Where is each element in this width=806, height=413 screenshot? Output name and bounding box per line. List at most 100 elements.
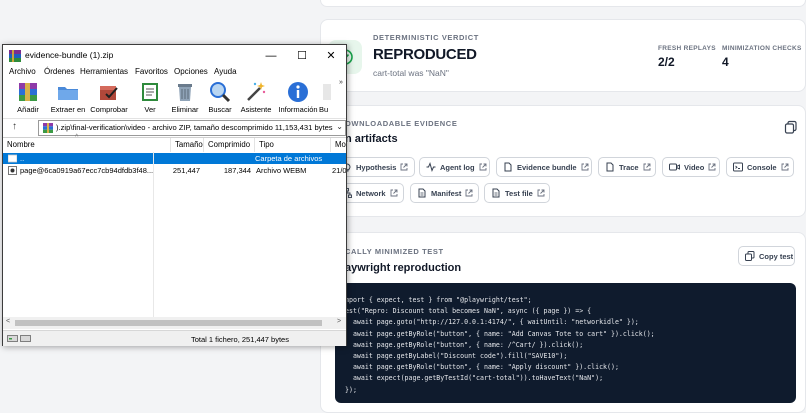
chip-evidence-bundle[interactable]: Evidence bundle bbox=[496, 157, 592, 177]
up-arrow-icon[interactable]: ↑ bbox=[12, 121, 17, 132]
chevron-down-icon[interactable]: ⌄ bbox=[336, 122, 343, 131]
verdict-eyebrow: DETERMINISTIC VERDICT bbox=[373, 33, 479, 42]
external-link-icon bbox=[479, 163, 487, 171]
toolbar-info-button[interactable]: Información bbox=[278, 80, 318, 118]
search-icon bbox=[210, 82, 231, 103]
code-line: }); bbox=[345, 385, 357, 394]
scroll-left-icon[interactable]: < bbox=[6, 318, 10, 325]
toolbar-wizard-button[interactable]: Asistente bbox=[236, 80, 276, 118]
verdict-subtitle: cart-total was "NaN" bbox=[373, 68, 449, 78]
chip-hypothesis[interactable]: Hypothesis bbox=[335, 157, 415, 177]
close-button[interactable]: ✕ bbox=[316, 48, 346, 64]
window-title: evidence-bundle (1).zip bbox=[25, 50, 114, 60]
folder-extract-icon bbox=[58, 87, 78, 100]
reproduction-card: CALLY MINIMIZED TEST aywright reproducti… bbox=[320, 232, 806, 413]
chip-agent-log[interactable]: Agent log bbox=[419, 157, 490, 177]
chip-label: Video bbox=[684, 162, 705, 172]
activity-icon bbox=[426, 162, 436, 172]
minimize-button[interactable]: — bbox=[256, 48, 286, 64]
path-field[interactable]: ).zip\final-verification\video - archivo… bbox=[38, 120, 346, 136]
code-line: await page.getByLabel("Discount code").f… bbox=[345, 352, 568, 361]
table-row[interactable]: .. Carpeta de archivos bbox=[3, 153, 346, 164]
menu-herramientas[interactable]: Herramientas bbox=[80, 67, 128, 76]
external-link-icon bbox=[390, 189, 398, 197]
toolbar-test-button[interactable]: Comprobar bbox=[89, 80, 129, 118]
column-tipo[interactable]: Tipo bbox=[255, 138, 331, 152]
chip-test-file[interactable]: Test file bbox=[484, 183, 550, 203]
zip-archive-icon bbox=[43, 123, 53, 133]
table-row[interactable]: page@6ca0919a67ecc7cb94dfdb3f48... 251,4… bbox=[3, 165, 346, 176]
chip-console[interactable]: Console bbox=[726, 157, 794, 177]
row-name: page@6ca0919a67ecc7cb94dfdb3f48... bbox=[20, 166, 154, 175]
code-line: est("Repro: Discount total becomes NaN",… bbox=[345, 307, 592, 316]
scroll-thumb[interactable] bbox=[15, 320, 322, 326]
verdict-card: DETERMINISTIC VERDICT REPRODUCED cart-to… bbox=[320, 19, 806, 92]
window-titlebar[interactable]: evidence-bundle (1).zip — ☐ ✕ bbox=[3, 45, 346, 67]
document-icon bbox=[418, 188, 426, 198]
chip-manifest[interactable]: Manifest bbox=[410, 183, 479, 203]
external-link-icon bbox=[581, 163, 589, 171]
minimization-label: MINIMIZATION CHECKS bbox=[722, 45, 802, 52]
maximize-button[interactable]: ☐ bbox=[287, 48, 317, 64]
folder-up-icon bbox=[8, 154, 17, 163]
toolbar-delete-button[interactable]: Eliminar bbox=[165, 80, 205, 118]
copy-icon bbox=[745, 251, 755, 261]
code-line: await expect(page.getByTestId("cart-tota… bbox=[345, 374, 604, 383]
toolbar-add-button[interactable]: Añadir bbox=[8, 80, 48, 118]
column-comprimido[interactable]: Comprimido bbox=[204, 138, 255, 152]
external-link-icon bbox=[643, 163, 651, 171]
menu-favoritos[interactable]: Favoritos bbox=[135, 67, 168, 76]
file-list: ^ Nombre Tamaño Comprimido Tipo Mo .. Ca… bbox=[3, 134, 346, 318]
code-line: await page.goto("http://127.0.0.1:4174/"… bbox=[345, 318, 639, 327]
scroll-right-icon[interactable]: > bbox=[337, 318, 341, 325]
file-icon bbox=[606, 162, 614, 172]
menu-ayuda[interactable]: Ayuda bbox=[214, 67, 237, 76]
column-divider bbox=[153, 152, 154, 318]
external-link-icon bbox=[465, 189, 473, 197]
toolbar-extract-button[interactable]: Extraer en bbox=[48, 80, 88, 118]
terminal-icon bbox=[733, 162, 743, 172]
column-modificado[interactable]: Mo bbox=[331, 138, 346, 152]
horizontal-scrollbar[interactable]: < > bbox=[3, 317, 346, 329]
path-bar: ↑ ).zip\final-verification\video - archi… bbox=[3, 118, 346, 136]
code-line: mport { expect, test } from "@playwright… bbox=[345, 296, 532, 304]
menu-archivo[interactable]: Archivo bbox=[9, 67, 36, 76]
external-link-icon bbox=[400, 163, 408, 171]
drive-icon bbox=[7, 335, 31, 342]
toolbar: Añadir Extraer en Comprobar Ver Eliminar… bbox=[3, 80, 346, 118]
external-link-icon bbox=[781, 163, 789, 171]
fresh-replays-label: FRESH REPLAYS bbox=[658, 45, 716, 52]
video-icon bbox=[669, 163, 680, 171]
toolbar-chevron[interactable]: » bbox=[339, 79, 343, 86]
chip-trace[interactable]: Trace bbox=[598, 157, 656, 177]
row-size: 251,447 bbox=[172, 166, 200, 175]
menu-ordenes[interactable]: Órdenes bbox=[44, 67, 75, 76]
fresh-replays-value: 2/2 bbox=[658, 55, 675, 69]
column-nombre[interactable]: Nombre bbox=[3, 138, 171, 152]
chip-label: Manifest bbox=[431, 188, 462, 198]
winrar-icon bbox=[9, 50, 21, 62]
menu-opciones[interactable]: Opciones bbox=[174, 67, 208, 76]
code-block[interactable]: mport { expect, test } from "@playwright… bbox=[335, 283, 796, 403]
chip-video[interactable]: Video bbox=[662, 157, 720, 177]
row-modified: 21/0 bbox=[332, 166, 346, 175]
toolbar-find-button[interactable]: Buscar bbox=[200, 80, 240, 118]
copy-test-button[interactable]: Copy test bbox=[738, 246, 795, 266]
info-icon bbox=[288, 82, 308, 102]
row-type: Archivo WEBM bbox=[256, 166, 307, 175]
download-all-icon[interactable] bbox=[784, 120, 798, 134]
column-tamano[interactable]: Tamaño bbox=[171, 138, 204, 152]
status-bar: Total 1 fichero, 251,447 bytes bbox=[3, 330, 346, 346]
minimization-value: 4 bbox=[722, 55, 729, 69]
code-line: await page.getByRole("button", { name: "… bbox=[345, 363, 619, 372]
chip-label: Test file bbox=[505, 188, 533, 198]
row-type: Carpeta de archivos bbox=[255, 154, 323, 163]
wizard-wand-icon bbox=[247, 82, 266, 101]
code-line: await page.getByRole("button", { name: "… bbox=[345, 329, 655, 338]
file-icon bbox=[504, 162, 512, 172]
chip-label: Trace bbox=[619, 162, 639, 172]
toolbar-view-button[interactable]: Ver bbox=[130, 80, 170, 118]
artifacts-card: OWNLOADABLE EVIDENCE n artifacts Hypothe… bbox=[320, 105, 806, 217]
status-text: Total 1 fichero, 251,447 bytes bbox=[191, 335, 289, 344]
test-archive-icon bbox=[100, 86, 118, 100]
